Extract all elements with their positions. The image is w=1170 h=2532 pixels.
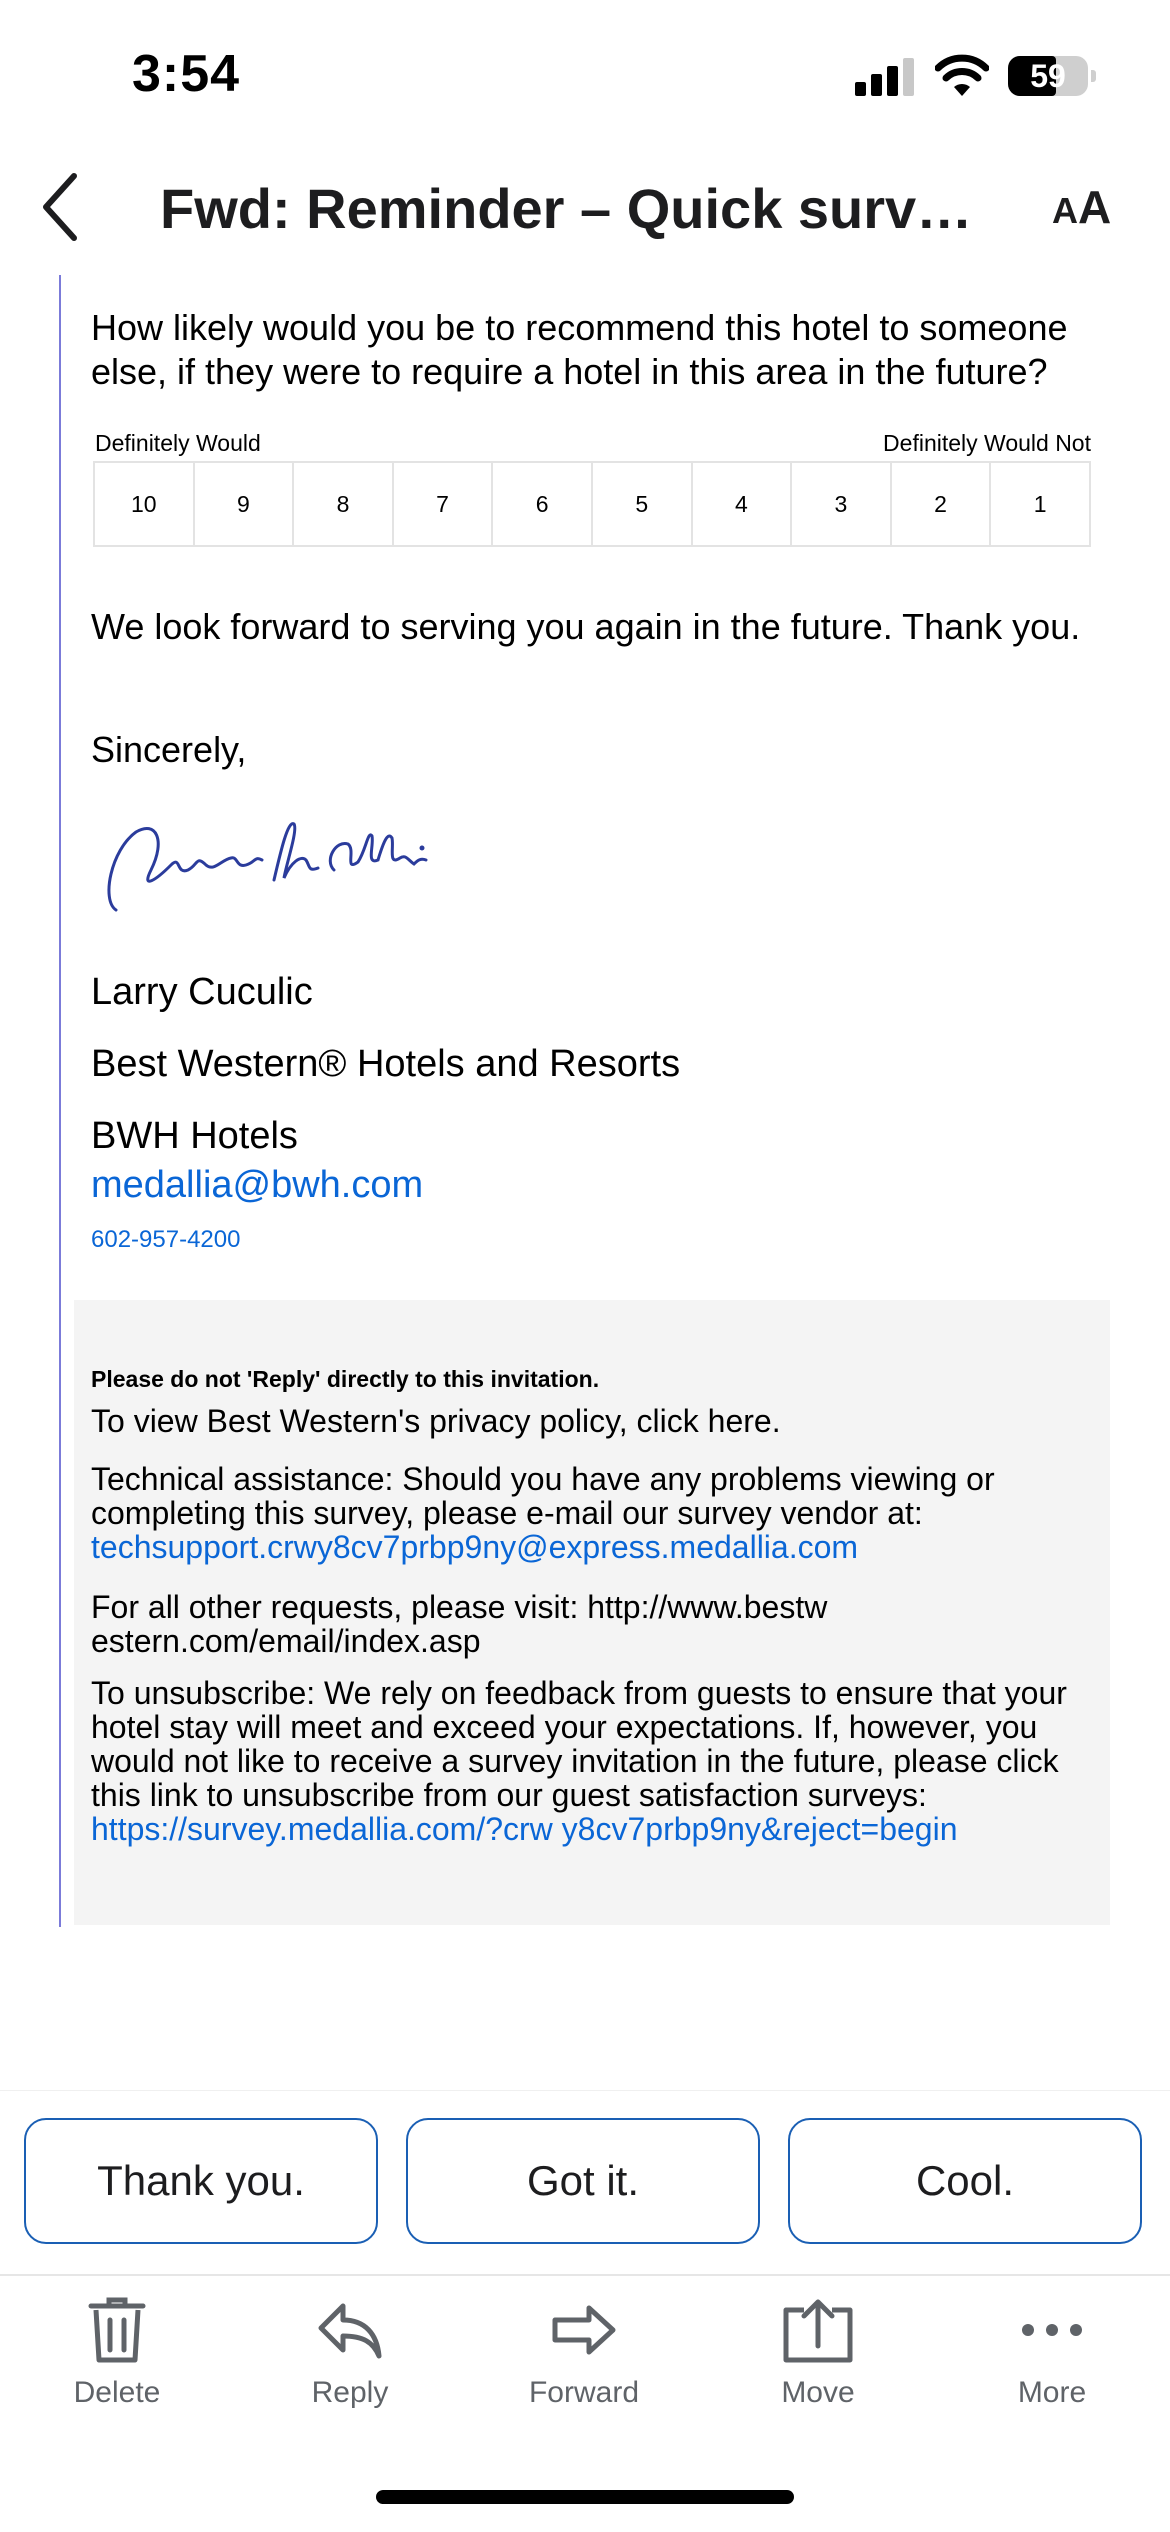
rating-option[interactable]: 1 xyxy=(991,463,1089,545)
forward-button[interactable]: Forward xyxy=(509,2296,659,2416)
unsubscribe-text: To unsubscribe: We rely on feedback from… xyxy=(91,1675,1067,1847)
wifi-icon xyxy=(935,54,989,96)
email-header: Fwd: Reminder – Quick survey –... AA xyxy=(0,150,1170,270)
move-button[interactable]: Move xyxy=(743,2296,893,2416)
do-not-reply-note: Please do not 'Reply' directly to this i… xyxy=(91,1366,600,1392)
smart-reply-thank-you[interactable]: Thank you. xyxy=(24,2118,378,2244)
status-bar: 3:54 59 xyxy=(0,0,1170,150)
tech-assistance-text: Technical assistance: Should you have an… xyxy=(91,1461,995,1565)
divider xyxy=(0,2274,1170,2276)
other-requests-text: For all other requests, please visit: ht… xyxy=(91,1589,828,1659)
smart-reply-cool[interactable]: Cool. xyxy=(788,2118,1142,2244)
signer-group: BWH Hotels xyxy=(91,1115,298,1157)
rating-option[interactable]: 3 xyxy=(792,463,892,545)
survey-question: How likely would you be to recommend thi… xyxy=(91,307,1068,392)
forward-arrow-icon xyxy=(552,2305,616,2355)
rating-option[interactable]: 4 xyxy=(693,463,793,545)
scale-label-right: Definitely Would Not xyxy=(883,430,1091,456)
rating-option[interactable]: 6 xyxy=(493,463,593,545)
unsubscribe-link[interactable]: https://survey.medallia.com/?crw y8cv7pr… xyxy=(91,1811,957,1847)
divider xyxy=(0,2090,1170,2091)
phone-link[interactable]: 602-957-4200 xyxy=(91,1226,240,1254)
status-time: 3:54 xyxy=(132,45,241,103)
delete-button[interactable]: Delete xyxy=(42,2296,192,2416)
privacy-policy-text[interactable]: To view Best Western's privacy policy, c… xyxy=(91,1404,1101,1438)
closing-text: We look forward to serving you again in … xyxy=(91,606,1081,647)
battery-icon: 59 xyxy=(1008,56,1096,96)
email-link[interactable]: medallia@bwh.com xyxy=(91,1164,423,1207)
sign-off: Sincerely, xyxy=(91,729,247,770)
reply-arrow-icon xyxy=(318,2303,382,2359)
smart-reply-got-it[interactable]: Got it. xyxy=(406,2118,760,2244)
rating-option[interactable]: 10 xyxy=(95,463,195,545)
more-button[interactable]: More xyxy=(977,2296,1127,2416)
reply-button[interactable]: Reply xyxy=(275,2296,425,2416)
trash-icon xyxy=(88,2297,146,2363)
rating-option[interactable]: 2 xyxy=(892,463,992,545)
signature-image xyxy=(107,822,428,912)
tech-support-link[interactable]: techsupport.crwy8cv7prbp9ny@express.meda… xyxy=(91,1529,858,1565)
home-indicator[interactable] xyxy=(376,2490,794,2504)
scale-label-left: Definitely Would xyxy=(95,430,261,456)
rating-option[interactable]: 7 xyxy=(394,463,494,545)
move-to-folder-icon xyxy=(783,2299,853,2363)
text-size-icon[interactable]: AA xyxy=(1052,180,1111,234)
battery-level: 59 xyxy=(1030,58,1066,94)
email-subject: Fwd: Reminder – Quick survey –... xyxy=(160,177,1000,240)
signer-name: Larry Cuculic xyxy=(91,971,313,1013)
scale-labels: Definitely Would Definitely Would Not xyxy=(95,430,1091,457)
quote-bar xyxy=(59,275,61,1927)
chevron-left-icon[interactable] xyxy=(40,172,80,242)
survey-footer: Please do not 'Reply' directly to this i… xyxy=(74,1300,1110,1925)
rating-scale: 10 9 8 7 6 5 4 3 2 1 xyxy=(93,461,1091,547)
rating-option[interactable]: 9 xyxy=(195,463,295,545)
signer-company: Best Western® Hotels and Resorts xyxy=(91,1043,681,1085)
cellular-signal-icon xyxy=(855,58,915,96)
rating-option[interactable]: 8 xyxy=(294,463,394,545)
rating-option[interactable]: 5 xyxy=(593,463,693,545)
ellipsis-icon xyxy=(1022,2324,1082,2336)
